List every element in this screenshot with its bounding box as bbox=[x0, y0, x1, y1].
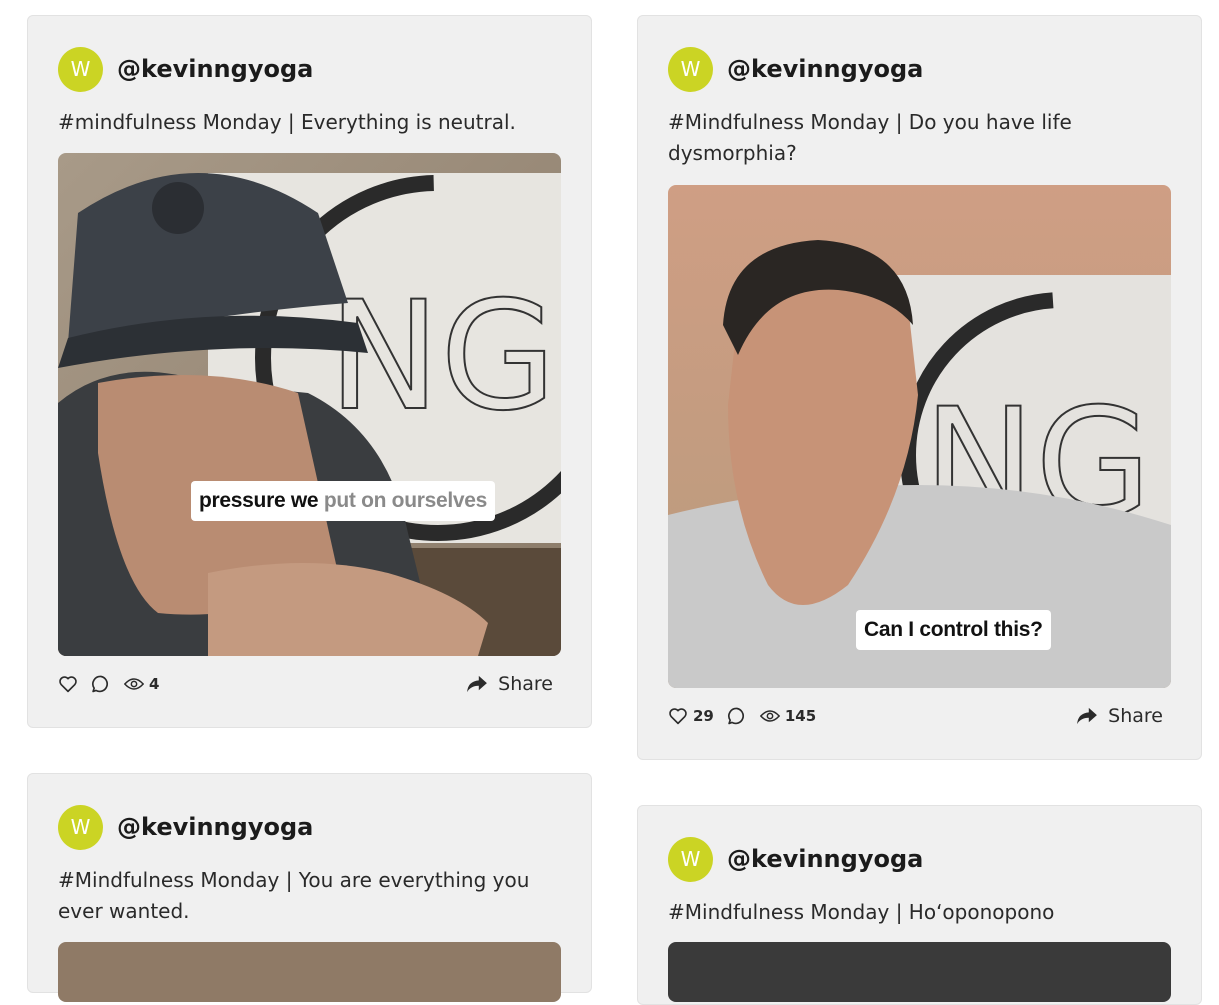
video-thumbnail[interactable]: NG Can I control this? bbox=[668, 185, 1171, 688]
post-caption: #Mindfulness Monday | You are everything… bbox=[58, 868, 530, 923]
post-header: W @kevinngyoga bbox=[668, 46, 923, 92]
overlay-text-strong: pressure we bbox=[199, 489, 319, 512]
video-frame-image: NG bbox=[58, 153, 561, 656]
username-link[interactable]: @kevinngyoga bbox=[117, 55, 313, 83]
heart-icon bbox=[669, 708, 687, 725]
post-caption: #Mindfulness Monday | Do you have life d… bbox=[668, 110, 1072, 165]
post-card: W @kevinngyoga #Mindfulness Monday | Do … bbox=[637, 15, 1202, 760]
share-button[interactable]: Share bbox=[466, 673, 553, 695]
post-card: W @kevinngyoga #Mindfulness Monday | Ho‘… bbox=[637, 805, 1202, 1005]
video-thumbnail[interactable] bbox=[668, 942, 1171, 1002]
view-count-value: 145 bbox=[784, 707, 817, 725]
post-header: W @kevinngyoga bbox=[58, 804, 313, 850]
username-link[interactable]: @kevinngyoga bbox=[117, 813, 313, 841]
video-caption-overlay: Can I control this? bbox=[856, 610, 1051, 650]
heart-icon bbox=[59, 676, 77, 693]
post-card: W @kevinngyoga #Mindfulness Monday | You… bbox=[27, 773, 592, 1002]
like-button[interactable] bbox=[58, 675, 78, 693]
comment-icon bbox=[727, 707, 744, 725]
view-count: 145 bbox=[759, 707, 817, 725]
view-count: 4 bbox=[124, 675, 159, 693]
username-link[interactable]: @kevinngyoga bbox=[727, 845, 923, 873]
username-link[interactable]: @kevinngyoga bbox=[727, 55, 923, 83]
avatar[interactable]: W bbox=[668, 836, 713, 882]
post-header: W @kevinngyoga bbox=[668, 836, 923, 882]
like-count-value: 29 bbox=[693, 707, 714, 725]
video-thumbnail[interactable] bbox=[58, 942, 561, 1002]
overlay-text-dim: put on ourselves bbox=[323, 489, 488, 512]
comment-icon bbox=[92, 675, 109, 693]
comment-button[interactable] bbox=[91, 674, 111, 694]
eye-icon bbox=[759, 710, 780, 722]
post-actions: 4 Share bbox=[58, 671, 553, 697]
avatar[interactable]: W bbox=[58, 46, 103, 92]
comment-button[interactable] bbox=[727, 706, 747, 726]
avatar[interactable]: W bbox=[668, 46, 713, 92]
post-actions: 29 145 Share bbox=[668, 703, 1163, 729]
post-header: W @kevinngyoga bbox=[58, 46, 313, 92]
video-thumbnail[interactable]: NG pressure we put on ourselves bbox=[58, 153, 561, 656]
share-label: Share bbox=[498, 673, 553, 695]
share-arrow-icon bbox=[1077, 707, 1098, 725]
post-caption: #Mindfulness Monday | Ho‘oponopono bbox=[668, 900, 1055, 924]
like-button[interactable]: 29 bbox=[668, 707, 714, 725]
share-label: Share bbox=[1108, 705, 1163, 727]
post-card: W @kevinngyoga #mindfulness Monday | Eve… bbox=[27, 15, 592, 728]
post-caption: #mindfulness Monday | Everything is neut… bbox=[58, 110, 516, 134]
overlay-text-strong: Can I control this? bbox=[864, 618, 1043, 641]
share-arrow-icon bbox=[467, 675, 488, 693]
video-caption-overlay: pressure we put on ourselves bbox=[191, 481, 496, 521]
eye-icon bbox=[124, 678, 144, 690]
view-count-value: 4 bbox=[149, 675, 160, 693]
avatar[interactable]: W bbox=[58, 804, 103, 850]
share-button[interactable]: Share bbox=[1076, 705, 1163, 727]
svg-text:NG: NG bbox=[328, 270, 556, 444]
